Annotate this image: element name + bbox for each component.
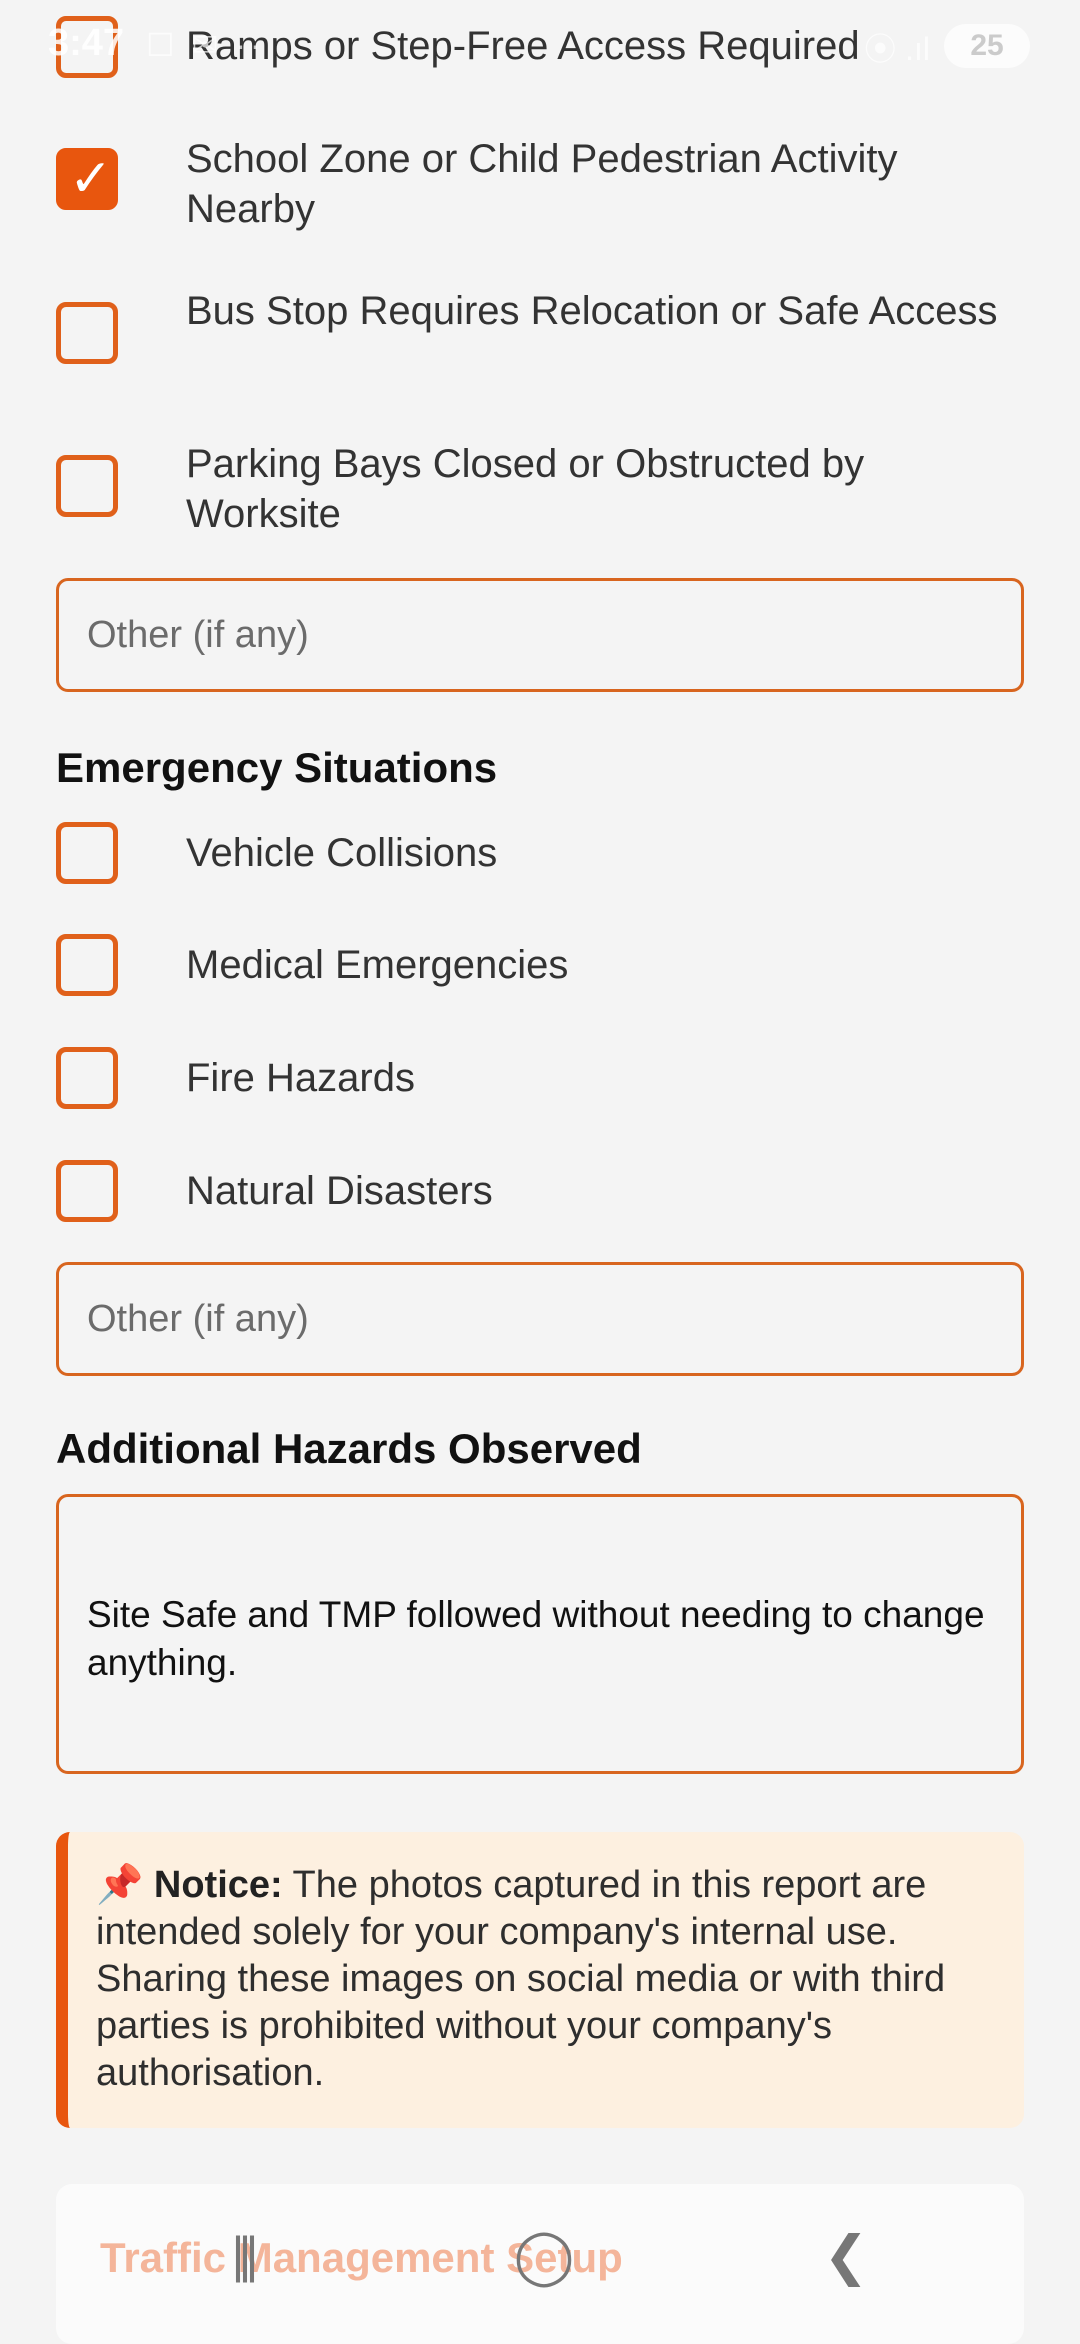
checkbox[interactable] [56, 934, 118, 996]
recents-button[interactable]: ||| [182, 2220, 302, 2290]
checkbox-label: Medical Emergencies [186, 943, 569, 987]
emergency-section-title: Emergency Situations [56, 744, 498, 791]
checkbox-label: Parking Bays Closed or Obstructed by Wor… [186, 442, 865, 536]
additional-hazards-value[interactable]: Site Safe and TMP followed without needi… [87, 1591, 987, 1687]
other-emergency-field[interactable] [56, 1262, 1024, 1376]
checkbox[interactable] [56, 455, 118, 517]
signal-icon: ⦿ .ıl [864, 31, 930, 67]
checkbox-row-vehicle-collisions[interactable]: Vehicle Collisions [56, 822, 1036, 884]
checkbox-row-natural-disasters[interactable]: Natural Disasters [56, 1160, 1036, 1222]
back-button[interactable]: ❮ [786, 2220, 906, 2290]
home-button[interactable]: ◯ [484, 2220, 604, 2290]
status-time: 3:47 [48, 22, 125, 64]
checkbox-row-fire-hazards[interactable]: Fire Hazards [56, 1047, 1036, 1109]
checkbox-label: Bus Stop Requires Relocation or Safe Acc… [186, 289, 998, 333]
additional-hazards-textarea[interactable]: Site Safe and TMP followed without needi… [56, 1494, 1024, 1774]
checkbox-row-school-zone[interactable]: School Zone or Child Pedestrian Activity… [56, 137, 1036, 234]
notification-icons: ☐ ✉ ·· [146, 27, 265, 63]
checkbox-label: Natural Disasters [186, 1169, 493, 1213]
battery-icon: 25 [944, 24, 1030, 68]
other-access-input[interactable] [59, 581, 1021, 689]
other-emergency-input[interactable] [59, 1265, 1021, 1373]
checkbox[interactable] [56, 302, 118, 364]
navigation-bar: ||| ◯ ❮ [0, 2190, 1080, 2316]
pushpin-icon: 📌 [96, 1864, 144, 1906]
additional-hazards-title: Additional Hazards Observed [56, 1425, 642, 1472]
checkbox-row-parking-bays[interactable]: Parking Bays Closed or Obstructed by Wor… [56, 442, 1036, 539]
checkbox-checked[interactable] [56, 148, 118, 210]
checkbox-label: Fire Hazards [186, 1056, 415, 1100]
checkbox-label: School Zone or Child Pedestrian Activity… [186, 137, 898, 231]
checkbox-row-bus-stop[interactable]: Bus Stop Requires Relocation or Safe Acc… [56, 289, 1036, 364]
notice-box: 📌 Notice: The photos captured in this re… [56, 1832, 1024, 2128]
notice-heading: Notice: [153, 1864, 283, 1906]
checkbox-label: Vehicle Collisions [186, 831, 498, 875]
checkbox[interactable] [56, 822, 118, 884]
checkbox-row-medical-emergencies[interactable]: Medical Emergencies [56, 934, 1036, 996]
checkbox[interactable] [56, 1047, 118, 1109]
other-access-field[interactable] [56, 578, 1024, 692]
checkbox[interactable] [56, 1160, 118, 1222]
status-bar: 3:47 ☐ ✉ ·· ⦿ .ıl 25 [0, 0, 1080, 96]
